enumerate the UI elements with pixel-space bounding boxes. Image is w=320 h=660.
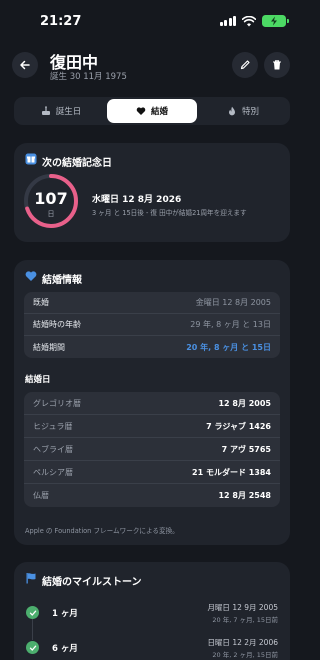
calendar-row-hebrew: ヘブライ暦 7 アヴ 5765 [24,438,280,461]
info-row-duration: 結婚期間 20 年, 8 ヶ月 と 15日 [24,336,280,358]
back-button[interactable] [12,52,38,78]
calendar-label: 仏暦 [33,491,49,500]
delete-button[interactable] [264,52,290,78]
birth-date: 誕生 30 11月 1975 [50,72,127,82]
milestone-date: 月曜日 12 9月 2005 [207,603,278,612]
calendar-value: 7 アヴ 5765 [221,444,271,454]
tab-birthday-label: 誕生日 [55,107,82,117]
milestone-item: 1 ヶ月 月曜日 12 9月 2005 20 年, 7 ヶ月, 15日前 [14,602,290,632]
anniversary-date: 水曜日 12 8月 2026 [92,195,182,205]
info-value: 金曜日 12 8月 2005 [195,298,271,307]
conversion-footnote: Apple の Foundation フレームワークによる変換。 [25,527,179,535]
calendar-row-hijri: ヒジュラ暦 7 ラジャブ 1426 [24,415,280,438]
calendar-label: グレゴリオ暦 [33,398,81,408]
cake-icon [41,106,50,115]
calendar-value: 7 ラジャブ 1426 [206,421,271,431]
pencil-icon [240,60,250,70]
flame-icon [228,106,235,116]
calendar-value: 21 モルダード 1384 [192,467,271,477]
calendar-row-persian: ペルシア暦 21 モルダード 1384 [24,461,280,484]
marriage-info-title: 結婚情報 [42,275,82,286]
milestone-item: 6 ヶ月 日曜日 12 2月 2006 20 年, 2 ヶ月, 15日前 [14,637,290,660]
trash-icon [273,60,281,70]
info-row-age-at-marriage: 結婚時の年齢 29 年, 8 ヶ月 と 13日 [24,314,280,336]
milestone-label: 6 ヶ月 [52,644,78,654]
next-anniversary-card: 次の結婚記念日 107 日 水曜日 12 8月 2026 3 ヶ月 と 15日後… [14,143,290,242]
event-type-tabs: 誕生日 結婚 特別 [14,97,290,125]
days-unit: 日 [47,210,55,218]
info-row-married: 既婚 金曜日 12 8月 2005 [24,292,280,314]
milestone-date: 日曜日 12 2月 2006 [207,638,278,647]
gift-icon [25,153,37,165]
cellular-signal-icon [219,16,236,26]
calendar-label: ヘブライ暦 [33,444,73,454]
info-label: 結婚期間 [33,342,65,352]
anniversary-note: 3 ヶ月 と 15日後 - 復 田中が結婚21周年を迎えます [92,209,247,217]
calendar-row-gregorian: グレゴリオ暦 12 8月 2005 [24,392,280,415]
next-anniversary-title: 次の結婚記念日 [42,158,112,169]
arrow-left-icon [20,60,30,70]
info-label: 既婚 [33,298,49,307]
tab-marriage-label: 結婚 [150,107,168,117]
info-value: 29 年, 8 ヶ月 と 13日 [190,320,271,329]
info-label: 結婚時の年齢 [33,320,81,329]
calendars-title: 結婚日 [25,375,51,385]
checkmark-icon [26,641,39,654]
heart-icon [136,107,146,115]
status-bar: 21:27 [0,0,304,40]
milestones-title: 結婚のマイルストーン [42,577,142,588]
status-time: 21:27 [40,14,82,29]
checkmark-icon [26,606,39,619]
milestone-elapsed: 20 年, 7 ヶ月, 15日前 [212,616,278,624]
marriage-info-table: 既婚 金曜日 12 8月 2005 結婚時の年齢 29 年, 8 ヶ月 と 13… [24,292,280,358]
flag-icon [26,573,36,584]
milestone-label: 1 ヶ月 [52,609,78,619]
calendar-value: 12 8月 2005 [218,398,271,408]
tab-birthday[interactable]: 誕生日 [16,99,106,123]
tab-special-label: 特別 [241,107,259,117]
milestones-card: 結婚のマイルストーン 1 ヶ月 月曜日 12 9月 2005 20 年, 7 ヶ… [14,562,290,660]
marriage-info-card: 結婚情報 既婚 金曜日 12 8月 2005 結婚時の年齢 29 年, 8 ヶ月… [14,260,290,545]
calendar-label: ヒジュラ暦 [33,421,73,431]
battery-icon [262,15,289,27]
calendar-value: 12 8月 2548 [218,491,271,500]
calendar-label: ペルシア暦 [33,467,73,477]
tab-special[interactable]: 特別 [198,99,288,123]
heart-icon [25,271,37,281]
calendar-conversion-table: グレゴリオ暦 12 8月 2005 ヒジュラ暦 7 ラジャブ 1426 ヘブライ… [24,392,280,507]
info-value: 20 年, 8 ヶ月 と 15日 [186,342,271,352]
days-remaining: 107 [34,189,68,208]
wifi-icon [242,15,256,26]
status-icons [219,15,289,27]
calendar-row-buddhist: 仏暦 12 8月 2548 [24,484,280,507]
edit-button[interactable] [232,52,258,78]
tab-marriage[interactable]: 結婚 [107,99,197,123]
header: 復田中 誕生 30 11月 1975 [0,44,304,88]
milestone-elapsed: 20 年, 2 ヶ月, 15日前 [212,651,278,659]
